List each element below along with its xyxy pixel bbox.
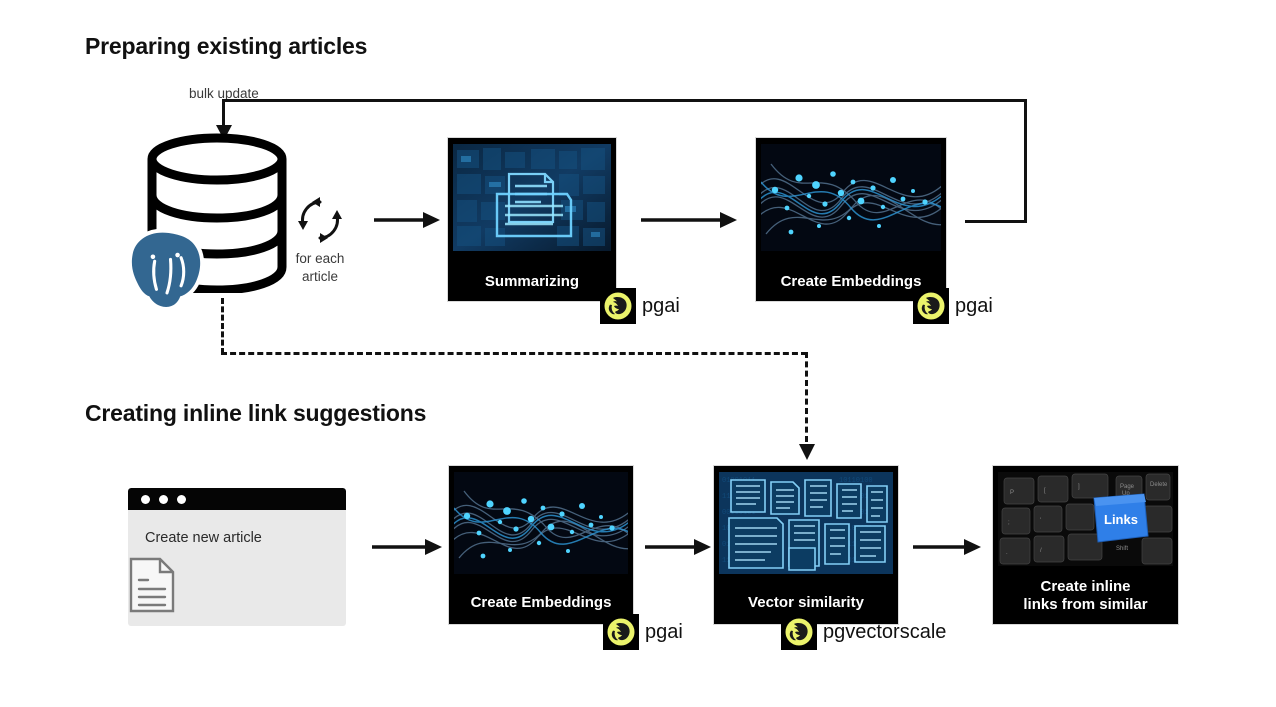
browser-titlebar — [128, 488, 346, 510]
bulk-update-line-stub — [965, 220, 1027, 223]
badge-pgai-summarizing[interactable]: pgai — [600, 288, 680, 324]
section-title-preparing: Preparing existing articles — [85, 33, 368, 59]
badge-pgai-embeddings-top[interactable]: pgai — [913, 288, 993, 324]
document-icon — [129, 557, 175, 613]
pgai-elephant-icon — [781, 614, 817, 650]
svg-text:': ' — [1040, 518, 1041, 524]
arrow-browser-to-embeddings — [372, 539, 442, 555]
card-create-embeddings-bottom-caption: Create Embeddings — [470, 594, 612, 611]
card-create-embeddings-bottom[interactable]: Create Embeddings — [448, 465, 634, 625]
card-create-inline-links[interactable]: P[ ] Page Up Delete ; ' . / Shift Links Crea… — [992, 465, 1179, 625]
section-title-creating-links: Creating inline link suggestions — [85, 400, 427, 426]
links-key-label: Links — [1104, 512, 1138, 527]
keyboard-thumbnail: P[ ] Page Up Delete ; ' . / Shift Links — [998, 472, 1173, 566]
browser-body-text: Create new article — [145, 530, 262, 546]
svg-text:Delete: Delete — [1150, 482, 1168, 488]
svg-text:Page: Page — [1120, 484, 1135, 490]
inline-links-caption-line2: links from similar — [1023, 596, 1148, 614]
browser-dot-3[interactable] — [177, 494, 186, 504]
svg-text:P: P — [1010, 490, 1014, 496]
loop-label: for each article — [275, 250, 365, 286]
bulk-update-line-top — [222, 99, 1027, 102]
card-summarizing-caption: Summarizing — [484, 273, 580, 290]
badge-pgai-embeddings-bottom[interactable]: pgai — [603, 614, 683, 650]
badge-pgvectorscale-label: pgvectorscale — [823, 621, 947, 643]
pgai-elephant-icon — [600, 288, 636, 324]
dashed-connector-vertical-right — [805, 352, 808, 442]
diagram-canvas: Preparing existing articles bulk update — [0, 0, 1276, 707]
badge-pgai-label: pgai — [645, 621, 683, 643]
card-create-inline-links-caption: Create inline links from similar — [993, 578, 1178, 615]
loop-refresh-icon — [298, 197, 342, 243]
arrow-vector-to-inline-links — [913, 539, 981, 555]
svg-text:Shift: Shift — [1116, 546, 1128, 552]
loop-label-line1: for each — [295, 251, 345, 266]
pgai-elephant-icon — [913, 288, 949, 324]
arrow-summarizing-to-embeddings — [641, 212, 737, 228]
card-summarizing[interactable]: Summarizing — [447, 137, 617, 302]
loop-label-line2: article — [301, 269, 338, 285]
browser-dot-1[interactable] — [141, 494, 150, 504]
embeddings-thumbnail-top — [761, 144, 941, 251]
badge-pgai-label: pgai — [955, 295, 993, 317]
browser-dot-2[interactable] — [159, 494, 168, 504]
embeddings-thumbnail-bottom — [454, 472, 628, 574]
postgresql-elephant-logo — [127, 228, 205, 311]
browser-window-create-article[interactable]: Create new article — [128, 488, 346, 626]
vector-similarity-thumbnail: 0100101111010010 0011010110101100 010110… — [719, 472, 893, 574]
dashed-connector-horizontal — [221, 352, 807, 355]
card-vector-similarity[interactable]: 0100101111010010 0011010110101100 010110… — [713, 465, 899, 625]
dashed-connector-arrowhead — [799, 444, 815, 460]
arrow-db-to-summarizing — [374, 212, 440, 228]
dashed-connector-vertical-left — [221, 298, 224, 354]
badge-pgvectorscale[interactable]: pgvectorscale — [781, 614, 946, 650]
card-vector-similarity-caption: Vector similarity — [748, 594, 864, 611]
bulk-update-line-right — [1024, 99, 1027, 223]
arrow-embeddings-to-vector-similarity — [645, 539, 711, 555]
badge-pgai-label: pgai — [642, 295, 680, 317]
inline-links-caption-line1: Create inline — [1040, 578, 1131, 595]
card-create-embeddings-top[interactable]: Create Embeddings — [755, 137, 947, 302]
summarizing-thumbnail — [453, 144, 611, 251]
pgai-elephant-icon — [603, 614, 639, 650]
